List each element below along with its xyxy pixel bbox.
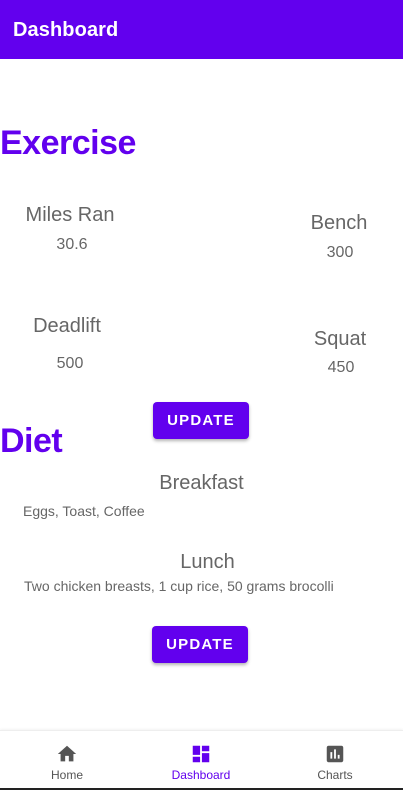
nav-item-dashboard[interactable]: Dashboard <box>134 731 268 789</box>
exercise-update-button[interactable]: UPDATE <box>153 402 249 439</box>
bottom-navigation: Home Dashboard Charts <box>0 730 403 789</box>
exercise-section-title: Exercise <box>0 124 136 162</box>
app-bar-title: Dashboard <box>13 19 119 41</box>
squat-value: 450 <box>327 359 355 376</box>
bar-chart-icon <box>326 745 344 763</box>
bench-value: 300 <box>326 244 354 261</box>
diet-section-title: Diet <box>0 422 63 460</box>
miles-ran-value: 30.6 <box>56 236 88 253</box>
dashboard-icon <box>192 745 210 763</box>
deadlift-label: Deadlift <box>33 315 101 337</box>
home-icon <box>57 745 77 762</box>
nav-label-charts: Charts <box>317 768 353 782</box>
nav-label-home: Home <box>50 768 83 782</box>
squat-label: Squat <box>313 328 367 350</box>
nav-item-home[interactable]: Home <box>0 731 134 789</box>
breakfast-label: Breakfast <box>159 472 244 494</box>
miles-ran-label: Miles Ran <box>25 204 115 226</box>
breakfast-text: Eggs, Toast, Coffee <box>23 503 145 519</box>
diet-update-button[interactable]: UPDATE <box>152 626 248 663</box>
lunch-label: Lunch <box>180 551 235 573</box>
nav-label-dashboard: Dashboard <box>171 768 231 782</box>
nav-item-charts[interactable]: Charts <box>268 731 402 789</box>
bench-label: Bench <box>310 212 368 234</box>
deadlift-value: 500 <box>56 355 84 372</box>
lunch-text: Two chicken breasts, 1 cup rice, 50 gram… <box>24 578 334 594</box>
top-app-bar: Dashboard <box>0 0 403 59</box>
